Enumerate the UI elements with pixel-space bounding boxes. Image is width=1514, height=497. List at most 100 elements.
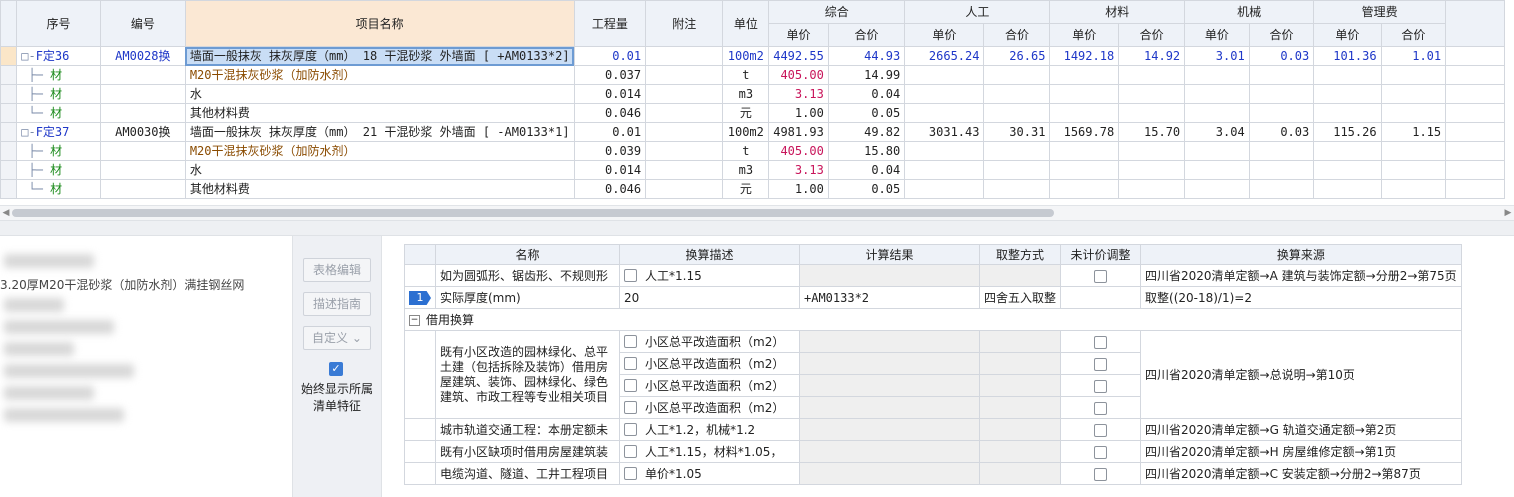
tree-collapse-icon[interactable]: □- — [21, 49, 35, 63]
seq-cell[interactable]: ├─ 材 — [16, 84, 101, 104]
checkbox[interactable] — [624, 379, 637, 392]
header-unit[interactable]: 单位 — [722, 0, 770, 47]
empty-cell[interactable] — [1248, 103, 1315, 123]
unpriced-adjust-cell[interactable] — [1060, 352, 1142, 375]
composite-total-price[interactable]: 0.05 — [827, 103, 906, 123]
header-unit-price[interactable]: 单价 — [768, 23, 829, 47]
unit-cell[interactable]: 100m2 — [722, 122, 770, 142]
unpriced-adjust-cell[interactable] — [1060, 396, 1142, 419]
empty-cell[interactable] — [1184, 103, 1250, 123]
name-cell[interactable]: 墙面一般抹灰 抹灰厚度（mm） 21 干混砂浆 外墙面 [ -AM0133*1] — [184, 122, 575, 142]
source-cell[interactable]: 四川省2020清单定额→H 房屋维修定额→第1页 — [1140, 440, 1462, 463]
code-cell[interactable] — [99, 179, 186, 199]
seq-cell[interactable]: □-F定37 — [16, 122, 101, 142]
machine-total-price[interactable]: 0.03 — [1248, 46, 1315, 66]
source-cell[interactable]: 四川省2020清单定额→A 建筑与装饰定额→分册2→第75页 — [1140, 264, 1462, 287]
checkbox[interactable] — [624, 335, 637, 348]
empty-cell[interactable] — [1118, 179, 1186, 199]
unit-cell[interactable]: m3 — [722, 84, 770, 104]
empty-cell[interactable] — [1380, 179, 1447, 199]
unpriced-adjust-cell[interactable] — [1060, 264, 1142, 287]
header-qty[interactable]: 工程量 — [573, 0, 647, 47]
header-total-price[interactable]: 合价 — [1380, 23, 1447, 47]
code-cell[interactable] — [99, 160, 186, 180]
qty-cell[interactable]: 0.01 — [573, 46, 647, 66]
seq-cell[interactable]: ├─ 材 — [16, 65, 101, 85]
note-cell[interactable] — [645, 179, 724, 199]
composite-total-price[interactable]: 49.82 — [827, 122, 906, 142]
name-cell[interactable]: 墙面一般抹灰 抹灰厚度（mm） 18 干混砂浆 外墙面 [ +AM0133*2] — [184, 46, 575, 66]
header-code[interactable]: 编号 — [99, 0, 186, 47]
source-cell[interactable]: 四川省2020清单定额→G 轨道交通定额→第2页 — [1140, 418, 1462, 441]
header-desc[interactable]: 换算描述 — [619, 244, 800, 265]
empty-cell[interactable] — [1313, 84, 1382, 104]
empty-cell[interactable] — [904, 141, 985, 161]
table-row[interactable]: ├─ 材 水 0.014 m3 3.13 0.04 — [0, 84, 1514, 104]
composite-unit-price[interactable]: 3.13 — [768, 160, 829, 180]
machine-unit-price[interactable]: 3.04 — [1184, 122, 1250, 142]
composite-total-price[interactable]: 15.80 — [827, 141, 906, 161]
table-row[interactable]: 如为圆弧形、锯齿形、不规则形 人工*1.15 四川省2020清单定额→A 建筑与… — [404, 264, 1462, 287]
management-total-price[interactable]: 1.15 — [1380, 122, 1447, 142]
header-unit-price[interactable]: 单价 — [1184, 23, 1250, 47]
composite-unit-price[interactable]: 4492.55 — [768, 46, 829, 66]
empty-cell[interactable] — [1380, 84, 1447, 104]
table-row[interactable]: ├─ 材 M20干混抹灰砂浆（加防水剂） 0.037 t 405.00 14.9… — [0, 65, 1514, 85]
table-row[interactable]: ├─ 材 水 0.014 m3 3.13 0.04 — [0, 160, 1514, 180]
scrollbar-thumb[interactable] — [12, 209, 1054, 217]
header-total-price[interactable]: 合价 — [827, 23, 906, 47]
empty-cell[interactable] — [1313, 141, 1382, 161]
checkbox[interactable] — [1094, 445, 1108, 459]
checkbox[interactable] — [624, 423, 637, 436]
unpriced-adjust-cell[interactable] — [1060, 440, 1142, 463]
note-cell[interactable] — [645, 65, 724, 85]
checkbox[interactable] — [1094, 423, 1108, 437]
note-cell[interactable] — [645, 103, 724, 123]
material-total-price[interactable]: 14.92 — [1118, 46, 1186, 66]
row-header[interactable] — [0, 141, 18, 161]
checkbox[interactable] — [624, 357, 637, 370]
empty-cell[interactable] — [1049, 179, 1120, 199]
source-cell[interactable]: 四川省2020清单定额→C 安装定额→分册2→第87页 — [1140, 462, 1462, 485]
unit-cell[interactable]: t — [722, 141, 770, 161]
row-header[interactable] — [0, 179, 18, 199]
empty-cell[interactable] — [1380, 103, 1447, 123]
note-cell[interactable] — [645, 122, 724, 142]
checkbox[interactable] — [1094, 467, 1108, 481]
empty-cell[interactable] — [1049, 103, 1120, 123]
code-cell[interactable]: AM0028换 — [99, 46, 186, 66]
empty-cell[interactable] — [1380, 160, 1447, 180]
composite-unit-price[interactable]: 1.00 — [768, 179, 829, 199]
name-cell[interactable]: 其他材料费 — [184, 103, 575, 123]
desc-cell[interactable]: 小区总平改造面积（m2） — [619, 352, 800, 375]
header-unit-price[interactable]: 单价 — [904, 23, 985, 47]
empty-cell[interactable] — [1184, 160, 1250, 180]
qty-cell[interactable]: 0.046 — [573, 179, 647, 199]
empty-cell[interactable] — [983, 179, 1051, 199]
panel-splitter[interactable] — [0, 220, 1514, 236]
empty-cell[interactable] — [1380, 141, 1447, 161]
composite-unit-price[interactable]: 405.00 — [768, 141, 829, 161]
header-name[interactable]: 项目名称 — [184, 0, 575, 47]
management-unit-price[interactable]: 101.36 — [1313, 46, 1382, 66]
table-row[interactable]: 既有小区改造的园林绿化、总平土建（包括拆除及装饰）借用房屋建筑、装饰、园林绿化、… — [404, 330, 1462, 419]
unpriced-adjust-cell[interactable] — [1060, 462, 1142, 485]
desc-cell[interactable]: 小区总平改造面积（m2） — [619, 396, 800, 419]
qty-cell[interactable]: 0.014 — [573, 160, 647, 180]
name-cell[interactable]: 城市轨道交通工程：本册定额未 — [435, 418, 620, 441]
machine-unit-price[interactable]: 3.01 — [1184, 46, 1250, 66]
empty-cell[interactable] — [904, 160, 985, 180]
material-unit-price[interactable]: 1492.18 — [1049, 46, 1120, 66]
empty-cell[interactable] — [1118, 160, 1186, 180]
row-header[interactable] — [0, 46, 18, 66]
checkbox[interactable] — [1094, 335, 1108, 349]
unpriced-adjust-cell[interactable] — [1060, 418, 1142, 441]
qty-cell[interactable]: 0.039 — [573, 141, 647, 161]
unpriced-adjust-cell[interactable] — [1060, 286, 1142, 309]
labor-unit-price[interactable]: 2665.24 — [904, 46, 985, 66]
name-cell[interactable]: 既有小区缺项时借用房屋建筑装 — [435, 440, 620, 463]
scroll-right-icon[interactable]: ▶ — [1502, 206, 1514, 220]
horizontal-scrollbar[interactable]: ◀ ▶ — [0, 205, 1514, 220]
note-cell[interactable] — [645, 84, 724, 104]
qty-cell[interactable]: 0.046 — [573, 103, 647, 123]
